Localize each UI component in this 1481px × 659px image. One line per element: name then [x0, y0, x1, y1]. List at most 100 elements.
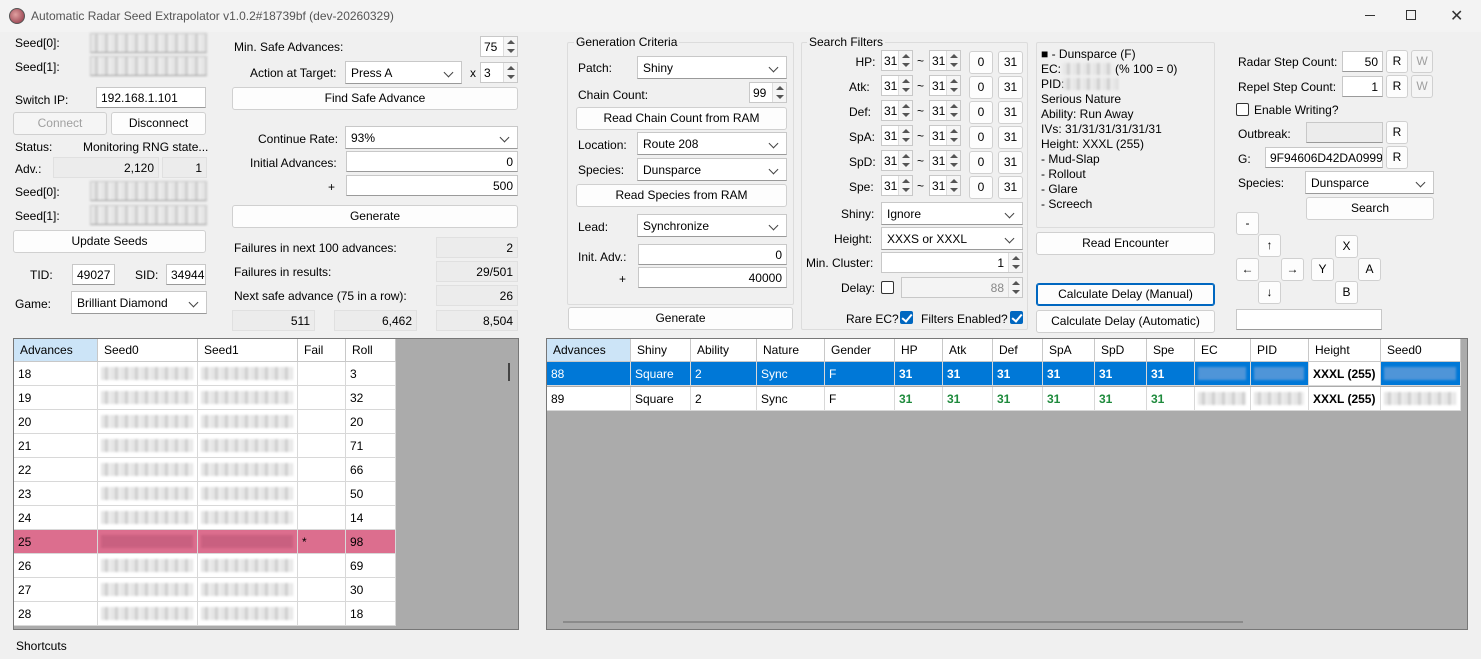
enable-writing-checkbox[interactable] — [1236, 103, 1249, 116]
table-header[interactable]: Advances — [14, 339, 98, 362]
iv-max-input[interactable]: 31 — [929, 175, 961, 196]
iv-max-button[interactable]: 31 — [998, 151, 1023, 174]
maximize-icon[interactable] — [1406, 10, 1416, 20]
update-seeds-button[interactable]: Update Seeds — [13, 230, 206, 253]
cell-shiny[interactable]: Square — [631, 387, 691, 411]
cell-seed0[interactable] — [98, 530, 198, 554]
cluster-input[interactable]: 1 — [881, 252, 1023, 273]
repel-step-input[interactable]: 1 — [1342, 76, 1383, 97]
cell-iv[interactable]: 31 — [943, 362, 993, 386]
iv-max-input[interactable]: 31 — [929, 100, 961, 121]
cell-advance[interactable]: 28 — [14, 602, 98, 626]
cell-iv[interactable]: 31 — [1043, 362, 1095, 386]
cell-roll[interactable]: 14 — [346, 506, 396, 530]
plus-input[interactable]: 500 — [346, 175, 518, 196]
iv-min-input[interactable]: 31 — [881, 75, 913, 96]
table-header[interactable]: Seed1 — [198, 339, 298, 362]
close-icon[interactable]: ✕ — [1450, 6, 1463, 26]
outbreak-read-button[interactable]: R — [1386, 121, 1408, 144]
cell-iv[interactable]: 31 — [993, 362, 1043, 386]
iv-max-button[interactable]: 31 — [998, 126, 1023, 149]
cell-seed0[interactable] — [98, 554, 198, 578]
spin-arrows-icon[interactable] — [898, 126, 912, 145]
cell-seed1[interactable] — [198, 458, 298, 482]
table-header[interactable]: EC — [1195, 339, 1251, 362]
shortcuts-label[interactable]: Shortcuts — [16, 639, 67, 653]
radar-step-input[interactable]: 50 — [1342, 51, 1383, 72]
connect-button[interactable]: Connect — [13, 112, 107, 135]
cell-roll[interactable]: 30 — [346, 578, 396, 602]
table-header[interactable]: Fail — [298, 339, 346, 362]
cell-seed1[interactable] — [198, 410, 298, 434]
repel-read-button[interactable]: R — [1386, 75, 1408, 98]
cell-seed0[interactable] — [98, 602, 198, 626]
table-header[interactable]: Ability — [691, 339, 757, 362]
spin-arrows-icon[interactable] — [503, 63, 517, 82]
cell-advance[interactable]: 26 — [14, 554, 98, 578]
cell-advance[interactable]: 23 — [14, 482, 98, 506]
shiny-filter-select[interactable]: Ignore — [881, 202, 1023, 225]
cell-seed0[interactable] — [98, 458, 198, 482]
a-button[interactable]: A — [1358, 258, 1381, 281]
cell-iv[interactable]: 31 — [1147, 362, 1195, 386]
spin-arrows-icon[interactable] — [898, 151, 912, 170]
spin-arrows-icon[interactable] — [946, 151, 960, 170]
read-encounter-button[interactable]: Read Encounter — [1036, 232, 1215, 255]
cell-roll[interactable]: 66 — [346, 458, 396, 482]
cell-ec[interactable] — [1195, 387, 1251, 411]
cell-seed1[interactable] — [198, 602, 298, 626]
table-header[interactable]: Nature — [757, 339, 825, 362]
spin-arrows-icon[interactable] — [898, 101, 912, 120]
cell-ability[interactable]: 2 — [691, 362, 757, 386]
cell-roll[interactable]: 18 — [346, 602, 396, 626]
spin-arrows-icon[interactable] — [898, 51, 912, 70]
cell-ec[interactable] — [1195, 362, 1251, 386]
results-table[interactable]: Advances Shiny Ability Nature Gender HP Atk Def… — [546, 338, 1468, 630]
seed0-input[interactable] — [90, 33, 207, 53]
spin-arrows-icon[interactable] — [946, 176, 960, 195]
spin-arrows-icon[interactable] — [898, 76, 912, 95]
cell-fail[interactable] — [298, 578, 346, 602]
cell-seed0[interactable] — [98, 506, 198, 530]
cell-roll[interactable]: 20 — [346, 410, 396, 434]
iv-min-input[interactable]: 31 — [881, 50, 913, 71]
cell-advance[interactable]: 89 — [547, 387, 631, 411]
y-button[interactable]: Y — [1311, 258, 1334, 281]
scrollbar-thumb[interactable] — [508, 363, 510, 381]
cell-seed1[interactable] — [198, 434, 298, 458]
cell-iv[interactable]: 31 — [1147, 387, 1195, 411]
cell-nature[interactable]: Sync — [757, 387, 825, 411]
cell-advance[interactable]: 22 — [14, 458, 98, 482]
tid-input[interactable]: 49027 — [72, 264, 115, 285]
height-filter-select[interactable]: XXXS or XXXL — [881, 227, 1023, 250]
cell-seed1[interactable] — [198, 482, 298, 506]
cell-iv[interactable]: 31 — [943, 387, 993, 411]
cell-iv[interactable]: 31 — [1095, 387, 1147, 411]
table-header[interactable]: HP — [895, 339, 943, 362]
cell-height[interactable]: XXXL (255) — [1309, 387, 1381, 411]
cell-roll[interactable]: 32 — [346, 386, 396, 410]
horizontal-scrollbar[interactable] — [563, 621, 1243, 623]
spin-arrows-icon[interactable] — [1008, 278, 1022, 297]
cell-seed0[interactable] — [98, 410, 198, 434]
table-header[interactable]: PID — [1251, 339, 1309, 362]
cell-fail[interactable] — [298, 458, 346, 482]
dpad-left-button[interactable]: ← — [1236, 258, 1259, 281]
cell-seed1[interactable] — [198, 530, 298, 554]
cell-iv[interactable]: 31 — [1043, 387, 1095, 411]
iv-min-input[interactable]: 31 — [881, 125, 913, 146]
iv-max-button[interactable]: 31 — [998, 176, 1023, 199]
cell-iv[interactable]: 31 — [1095, 362, 1147, 386]
cell-advance[interactable]: 24 — [14, 506, 98, 530]
times-input[interactable]: 3 — [480, 62, 518, 83]
spin-arrows-icon[interactable] — [503, 37, 517, 56]
cell-roll[interactable]: 98 — [346, 530, 396, 554]
iv-zero-button[interactable]: 0 — [969, 51, 993, 74]
iv-max-input[interactable]: 31 — [929, 50, 961, 71]
cell-seed0[interactable] — [1381, 362, 1461, 386]
iv-max-input[interactable]: 31 — [929, 125, 961, 146]
cell-fail[interactable] — [298, 602, 346, 626]
minimize-icon[interactable] — [1365, 15, 1375, 16]
cell-nature[interactable]: Sync — [757, 362, 825, 386]
cell-roll[interactable]: 3 — [346, 362, 396, 386]
